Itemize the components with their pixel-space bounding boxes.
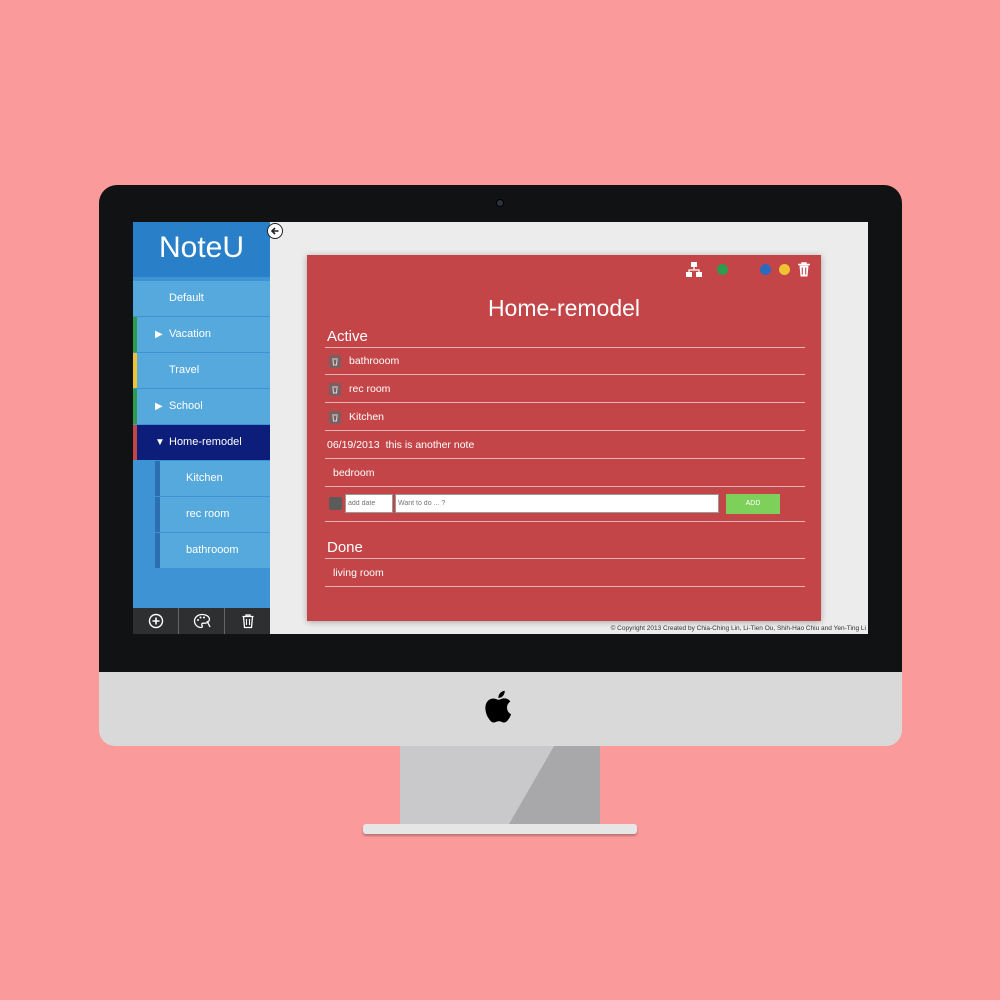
active-section-heading: Active	[327, 328, 368, 345]
add-button[interactable]: ADD	[726, 493, 780, 514]
color-dot-green[interactable]	[717, 263, 728, 275]
sidebar-item-label: Home-remodel	[169, 436, 242, 448]
sidebar-subitem-rec-room[interactable]: rec room	[155, 497, 270, 532]
sidebar-item-school[interactable]: ▶ School	[133, 389, 270, 424]
sidebar: NoteU Default ▶ Vacation Travel ▶ School ▼…	[133, 222, 270, 634]
sidebar-subitem-kitchen[interactable]: Kitchen	[155, 461, 270, 496]
monitor-stand	[400, 746, 600, 830]
note-card: Home-remodel Active bathrooom rec room K…	[307, 255, 821, 621]
collapse-sidebar-button[interactable]	[267, 223, 283, 239]
todo-text: this is another note	[385, 439, 475, 451]
todo-text: bedroom	[333, 467, 375, 479]
color-palette-button[interactable]	[179, 608, 225, 634]
todo-item[interactable]: 06/19/2013 this is another note	[327, 437, 474, 453]
screen: NoteU Default ▶ Vacation Travel ▶ School ▼…	[133, 222, 868, 634]
color-dot-yellow[interactable]	[779, 263, 790, 275]
divider	[325, 586, 805, 587]
sitemap-icon[interactable]	[685, 261, 703, 278]
sidebar-item-label: Default	[169, 292, 204, 304]
done-text: living room	[333, 567, 384, 579]
divider	[325, 558, 805, 559]
divider	[325, 402, 805, 403]
date-input[interactable]	[345, 494, 393, 513]
sidebar-subitem-label: bathrooom	[186, 544, 239, 556]
trash-icon[interactable]	[329, 382, 341, 396]
add-notebook-button[interactable]	[133, 608, 179, 634]
add-todo-form: ADD	[329, 493, 783, 514]
todo-item[interactable]: Kitchen	[329, 409, 384, 425]
sidebar-item-label: School	[169, 400, 203, 412]
trash-icon	[242, 614, 253, 629]
expand-arrow-icon[interactable]: ▶	[155, 317, 169, 352]
sidebar-subitem-bathroom[interactable]: bathrooom	[155, 533, 270, 568]
done-section-heading: Done	[327, 539, 363, 556]
add-circle-icon	[148, 613, 163, 629]
sidebar-toolbar	[133, 608, 270, 634]
monitor-stand-foot	[363, 824, 637, 834]
sidebar-item-label: Travel	[169, 364, 200, 376]
todo-item[interactable]: rec room	[329, 381, 390, 397]
sidebar-item-default[interactable]: Default	[133, 281, 270, 316]
app-logo: NoteU	[133, 222, 270, 277]
todo-text: Kitchen	[349, 411, 385, 423]
todo-date: 06/19/2013	[327, 439, 380, 451]
divider	[325, 458, 805, 459]
divider	[325, 347, 805, 348]
notebook-list: Default ▶ Vacation Travel ▶ School ▼ Home-r…	[133, 281, 270, 568]
sidebar-subitem-label: rec room	[186, 508, 230, 520]
todo-text: bathrooom	[349, 355, 400, 367]
note-title: Home-remodel	[487, 295, 641, 321]
trash-icon[interactable]	[797, 261, 811, 278]
divider	[325, 430, 805, 431]
note-toolbar	[685, 260, 811, 278]
todo-item[interactable]: bedroom	[333, 465, 374, 481]
copyright-footer: © Copyright 2013 Created by Chia-Ching L…	[610, 625, 866, 632]
done-item[interactable]: living room	[333, 565, 384, 581]
palette-icon	[193, 613, 211, 629]
sidebar-item-vacation[interactable]: ▶ Vacation	[133, 317, 270, 352]
divider	[325, 374, 805, 375]
todo-input[interactable]	[395, 494, 719, 513]
todo-item[interactable]: bathrooom	[329, 353, 399, 369]
collapse-arrow-icon[interactable]: ▼	[155, 425, 169, 460]
camera-icon	[497, 200, 503, 206]
arrow-left-icon	[270, 227, 279, 235]
sidebar-item-travel[interactable]: Travel	[133, 353, 270, 388]
calendar-icon[interactable]	[329, 497, 342, 510]
sidebar-subitem-label: Kitchen	[186, 472, 223, 484]
delete-notebook-button[interactable]	[225, 608, 270, 634]
expand-arrow-icon[interactable]: ▶	[155, 389, 169, 424]
divider	[325, 486, 805, 487]
sidebar-item-label: Vacation	[169, 328, 211, 340]
color-dot-blue[interactable]	[760, 263, 771, 275]
trash-icon[interactable]	[329, 410, 341, 424]
todo-text: rec room	[349, 383, 391, 395]
divider	[325, 521, 805, 522]
trash-icon[interactable]	[329, 354, 341, 368]
sidebar-item-home-remodel[interactable]: ▼ Home-remodel	[133, 425, 270, 460]
apple-logo-icon	[485, 690, 512, 723]
